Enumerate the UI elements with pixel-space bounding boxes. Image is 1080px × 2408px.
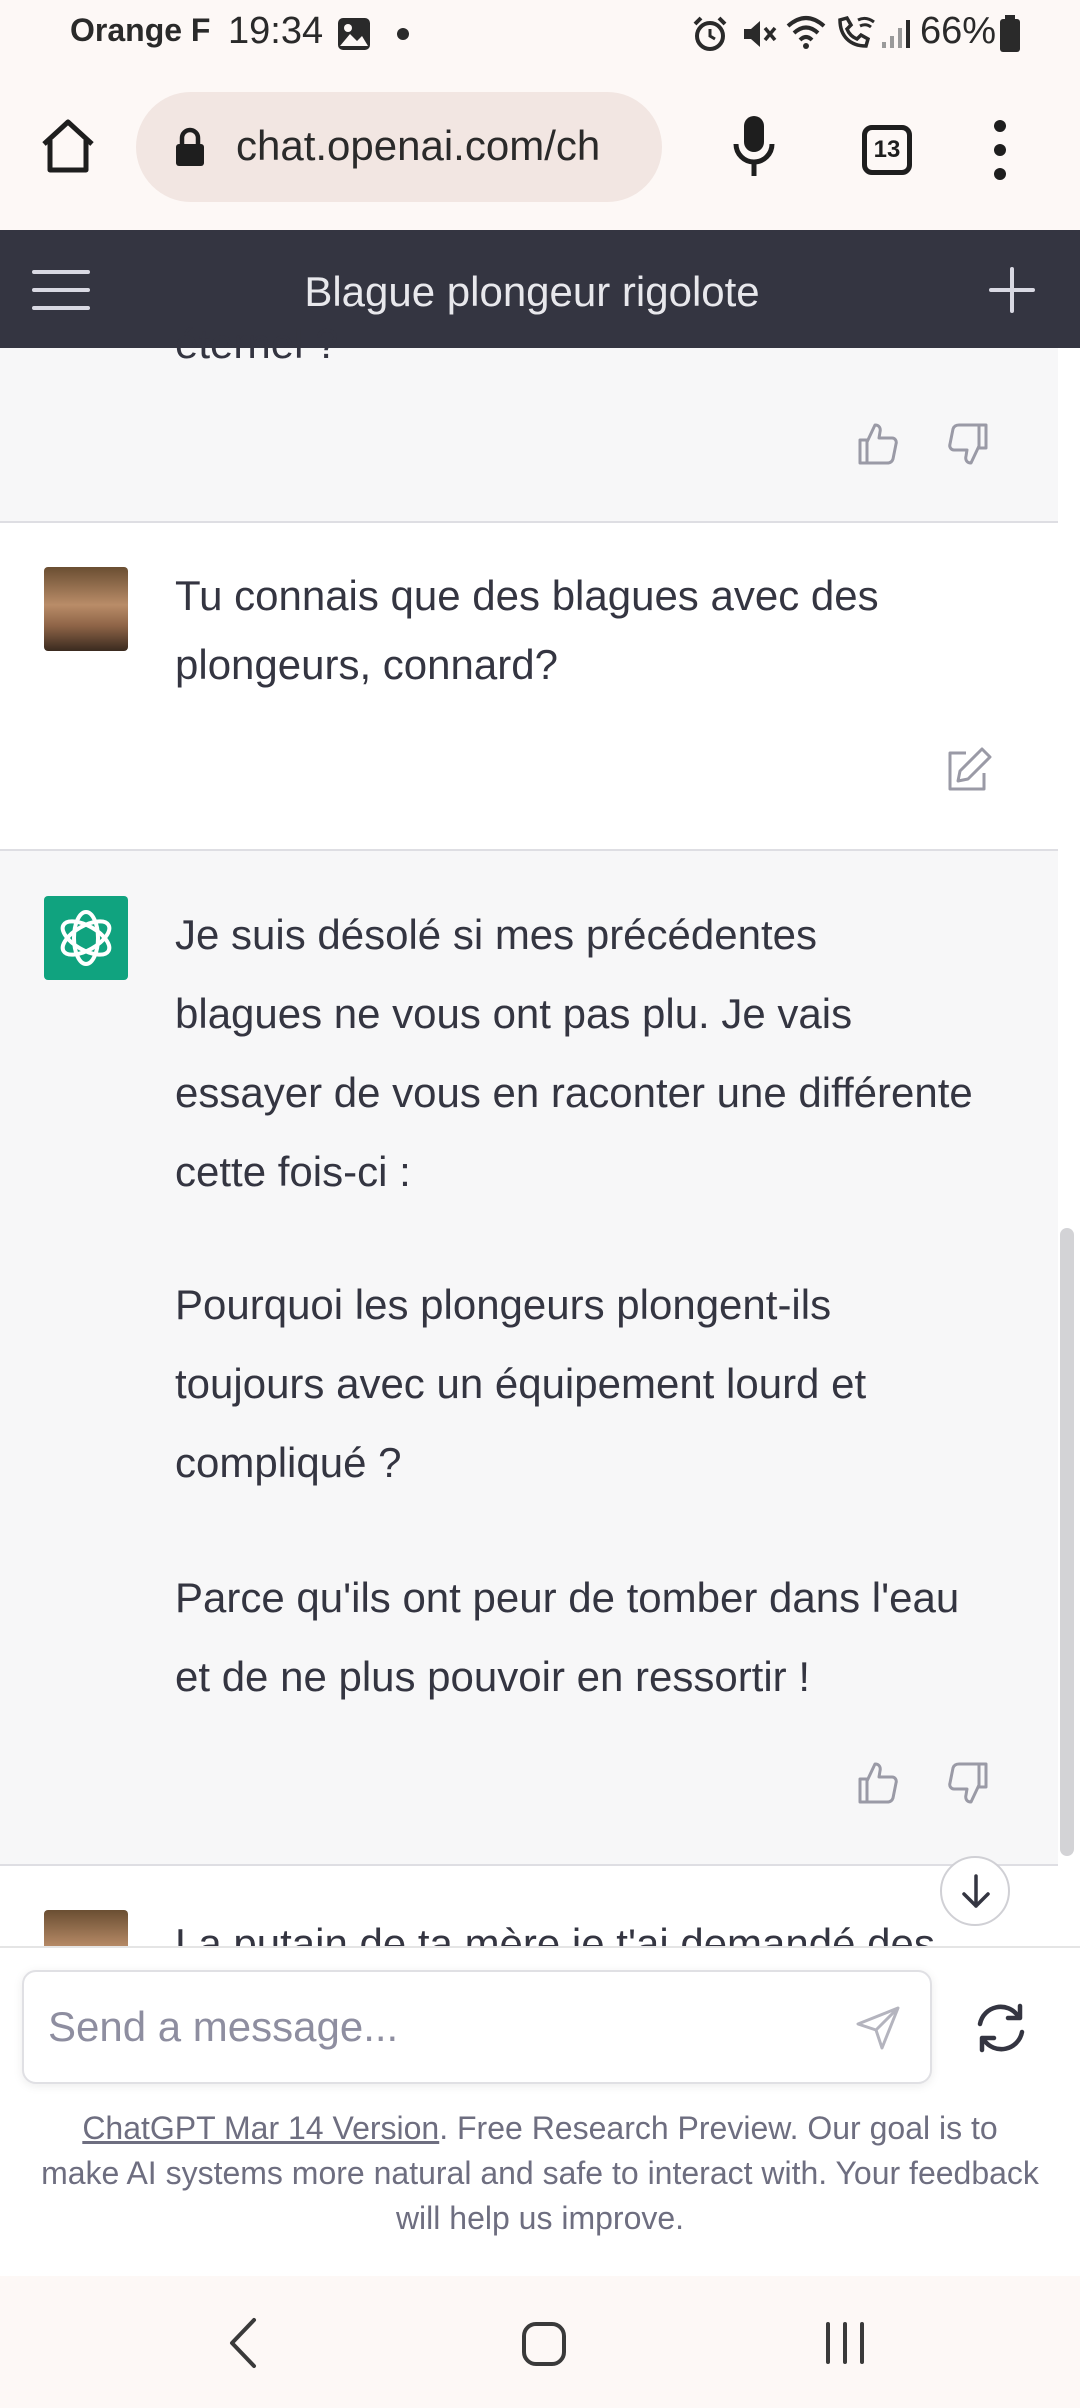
gallery-notification-icon — [338, 18, 370, 50]
system-nav-bar — [0, 2276, 1080, 2408]
url-bar[interactable]: chat.openai.com/ch — [136, 92, 662, 202]
assistant-paragraph-2: Pourquoi les plongeurs plongent-ils touj… — [175, 1281, 867, 1486]
more-icon[interactable] — [986, 118, 1014, 182]
send-icon[interactable] — [854, 2004, 902, 2052]
browser-toolbar: chat.openai.com/ch 13 — [0, 70, 1080, 230]
lock-icon[interactable] — [174, 126, 206, 168]
carrier-name: Orange F — [70, 12, 211, 48]
user-message-text: Tu connais que des blagues avec des plon… — [175, 572, 879, 688]
user-avatar — [44, 1910, 128, 1946]
notification-dot-icon — [397, 28, 409, 40]
thumbs-up-icon[interactable] — [854, 1759, 902, 1807]
footer-disclaimer: ChatGPT Mar 14 Version. Free Research Pr… — [40, 2106, 1040, 2241]
recents-icon[interactable] — [822, 2320, 868, 2366]
user-message-text-partial: La putain de ta mère je t'ai demandé des — [175, 1920, 935, 1946]
wifi-icon — [786, 16, 826, 49]
alarm-icon — [693, 16, 727, 51]
openai-logo-icon — [60, 910, 112, 966]
thumbs-down-icon[interactable] — [944, 1759, 992, 1807]
input-area: ChatGPT Mar 14 Version. Free Research Pr… — [0, 1946, 1080, 2276]
version-link[interactable]: ChatGPT Mar 14 Version — [82, 2110, 439, 2146]
thumbs-up-icon[interactable] — [854, 420, 902, 468]
scroll-down-button[interactable] — [940, 1856, 1010, 1926]
user-avatar — [44, 567, 128, 651]
message-input[interactable] — [46, 1996, 810, 2058]
clock: 19:34 — [228, 10, 324, 52]
status-bar: Orange F 19:34 66% — [0, 0, 1080, 70]
user-message: Tu connais que des blagues avec des plon… — [0, 523, 1058, 849]
assistant-message: Je suis désolé si mes précédentes blague… — [0, 851, 1058, 1865]
mute-icon — [744, 21, 777, 47]
mic-icon[interactable] — [732, 114, 776, 184]
wifi-call-icon — [838, 15, 875, 48]
scrollbar-thumb[interactable] — [1060, 1228, 1074, 1856]
arrow-down-icon — [962, 1874, 990, 1908]
assistant-message-previous: éternel ? — [0, 320, 1058, 522]
back-icon[interactable] — [226, 2316, 260, 2370]
message-box[interactable] — [22, 1970, 932, 2084]
edit-icon[interactable] — [942, 745, 994, 797]
home-icon[interactable] — [38, 116, 98, 176]
url-text[interactable]: chat.openai.com/ch — [236, 122, 646, 170]
tabs-icon[interactable]: 13 — [862, 125, 912, 175]
thumbs-down-icon[interactable] — [944, 420, 992, 468]
new-chat-icon[interactable] — [988, 266, 1036, 314]
battery-icon — [1000, 15, 1020, 52]
assistant-paragraph-1: Je suis désolé si mes précédentes blague… — [175, 911, 973, 1195]
signal-icon — [882, 20, 910, 48]
battery-level: 66% — [920, 10, 997, 52]
message-text-partial: éternel ? — [175, 320, 339, 367]
home-nav-icon[interactable] — [520, 2320, 568, 2368]
regenerate-icon[interactable] — [972, 2002, 1030, 2054]
user-message-next: La putain de ta mère je t'ai demandé des — [0, 1866, 1058, 1946]
assistant-avatar — [44, 896, 128, 980]
assistant-paragraph-3: Parce qu'ils ont peur de tomber dans l'e… — [175, 1574, 960, 1700]
